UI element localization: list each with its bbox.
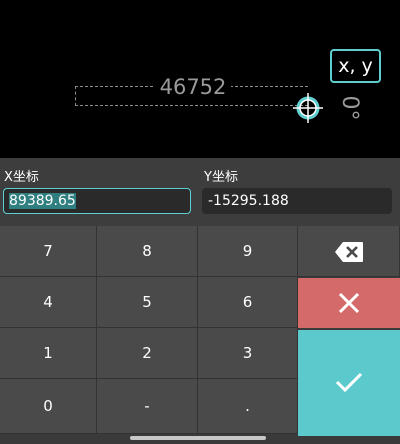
drawing-canvas[interactable]: 46752 0° x, y (0, 0, 400, 158)
clear-button[interactable] (298, 278, 400, 328)
backspace-button[interactable] (298, 226, 400, 277)
key-4[interactable]: 4 (0, 277, 97, 328)
key-6[interactable]: 6 (198, 277, 298, 328)
backspace-icon (334, 242, 363, 262)
x-coordinate-value: 89389.65 (9, 193, 76, 209)
key-3[interactable]: 3 (198, 328, 298, 379)
home-indicator[interactable] (130, 436, 266, 440)
close-icon (338, 292, 360, 314)
key-2[interactable]: 2 (97, 328, 198, 379)
check-icon (335, 372, 363, 393)
y-coordinate-label: Y坐标 (204, 170, 238, 185)
x-coordinate-input[interactable]: 89389.65 (3, 188, 191, 214)
key-minus[interactable]: - (97, 379, 198, 434)
key-9[interactable]: 9 (198, 226, 298, 277)
coordinate-mode-button[interactable]: x, y (330, 49, 381, 83)
coordinate-inputs: X坐标 Y坐标 89389.65 -15295.188 (0, 158, 400, 226)
key-5[interactable]: 5 (97, 277, 198, 328)
y-coordinate-input[interactable]: -15295.188 (202, 188, 392, 214)
dimension-value: 46752 (155, 72, 231, 102)
key-0[interactable]: 0 (0, 379, 97, 434)
numeric-keypad: 7 8 9 4 5 6 1 2 3 0 - . (0, 226, 400, 444)
key-decimal[interactable]: . (198, 379, 298, 434)
key-8[interactable]: 8 (97, 226, 198, 277)
angle-readout: 0° (337, 95, 362, 121)
key-7[interactable]: 7 (0, 226, 97, 277)
key-1[interactable]: 1 (0, 328, 97, 379)
x-coordinate-label: X坐标 (4, 170, 39, 185)
confirm-button[interactable] (298, 330, 400, 436)
crosshair-cursor-icon[interactable] (293, 93, 323, 123)
